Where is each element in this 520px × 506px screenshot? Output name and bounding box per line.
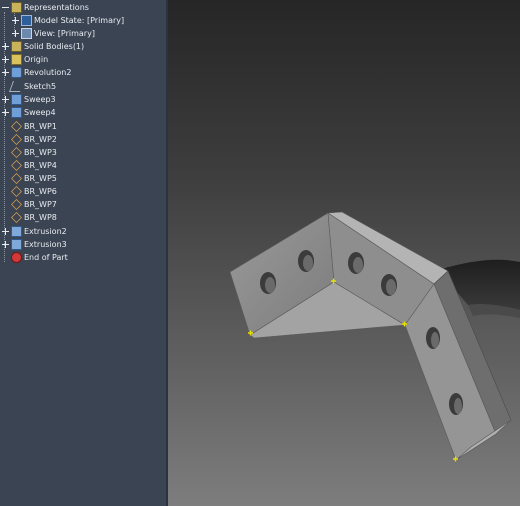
graphics-viewport[interactable] xyxy=(168,0,520,506)
tree-item-label: BR_WP8 xyxy=(24,213,57,222)
tree-item-label: Solid Bodies(1) xyxy=(24,42,85,51)
origin-folder-icon xyxy=(11,54,22,65)
collapse-toggle[interactable] xyxy=(0,3,10,13)
tree-item-label: View: [Primary] xyxy=(34,29,95,38)
extrude-feature-icon xyxy=(11,239,22,250)
tree-item-label: Sketch5 xyxy=(24,82,57,91)
tree-item-work-point[interactable]: BR_WP2 xyxy=(10,133,57,146)
tree-item-sketch5[interactable]: Sketch5 xyxy=(8,80,57,93)
tree-item-label: BR_WP2 xyxy=(24,135,57,144)
part-model[interactable] xyxy=(168,0,520,506)
work-point-icon xyxy=(11,160,22,171)
tree-item-work-point[interactable]: BR_WP5 xyxy=(10,172,57,185)
tree-item-sweep3[interactable]: Sweep3 xyxy=(0,93,56,106)
tree-item-solid-bodies[interactable]: Solid Bodies(1) xyxy=(0,40,84,53)
tree-item-label: Representations xyxy=(24,3,89,12)
expand-toggle[interactable] xyxy=(10,16,20,26)
work-point-icon xyxy=(11,134,22,145)
solid-bodies-icon xyxy=(11,41,22,52)
tree-item-representations[interactable]: Representations xyxy=(0,1,89,14)
representations-icon xyxy=(11,2,22,13)
tree-item-work-point[interactable]: BR_WP7 xyxy=(10,198,57,211)
end-of-part-icon xyxy=(11,252,22,263)
tree-item-view[interactable]: View: [Primary] xyxy=(10,27,95,40)
tree-item-label: Extrusion2 xyxy=(24,227,67,236)
tree-item-work-point[interactable]: BR_WP6 xyxy=(10,185,57,198)
tree-item-label: BR_WP4 xyxy=(24,161,57,170)
tree-item-label: BR_WP6 xyxy=(24,187,57,196)
expand-toggle[interactable] xyxy=(0,227,10,237)
work-point-icon xyxy=(11,212,22,223)
tree-item-label: BR_WP3 xyxy=(24,148,57,157)
work-point-icon xyxy=(11,121,22,132)
work-point-icon xyxy=(11,173,22,184)
sweep-feature-icon xyxy=(11,94,22,105)
expand-toggle[interactable] xyxy=(10,29,20,39)
tree-item-work-point[interactable]: BR_WP8 xyxy=(10,211,57,224)
tree-item-work-point[interactable]: BR_WP4 xyxy=(10,159,57,172)
tree-item-model-state[interactable]: Model State: [Primary] xyxy=(10,14,124,27)
work-point-icon xyxy=(11,186,22,197)
tree-item-sweep4[interactable]: Sweep4 xyxy=(0,106,56,119)
tree-item-label: Extrusion3 xyxy=(24,240,67,249)
tree-item-revolution2[interactable]: Revolution2 xyxy=(0,66,71,79)
expand-toggle[interactable] xyxy=(0,108,10,118)
expand-toggle[interactable] xyxy=(0,95,10,105)
extrude-feature-icon xyxy=(11,226,22,237)
expand-toggle[interactable] xyxy=(0,240,10,250)
tree-item-extrusion3[interactable]: Extrusion3 xyxy=(0,238,67,251)
expand-toggle[interactable] xyxy=(0,68,10,78)
tree-item-label: Sweep4 xyxy=(24,108,56,117)
model-browser: Representations Model State: [Primary] V… xyxy=(0,0,168,506)
tree-item-label: BR_WP7 xyxy=(24,200,57,209)
tree-item-label: End of Part xyxy=(24,253,68,262)
view-icon xyxy=(21,28,32,39)
tree-item-work-point[interactable]: BR_WP3 xyxy=(10,146,57,159)
tree-item-label: BR_WP1 xyxy=(24,122,57,131)
tree-item-work-point[interactable]: BR_WP1 xyxy=(10,120,57,133)
sweep-feature-icon xyxy=(11,107,22,118)
tree-item-label: BR_WP5 xyxy=(24,174,57,183)
work-point-icon xyxy=(11,147,22,158)
work-point-icon xyxy=(11,199,22,210)
expand-toggle[interactable] xyxy=(0,55,10,65)
tree-item-end-of-part[interactable]: End of Part xyxy=(10,251,68,264)
revolve-feature-icon xyxy=(11,67,22,78)
tree-item-label: Model State: [Primary] xyxy=(34,16,125,25)
model-state-icon xyxy=(21,15,32,26)
expand-toggle[interactable] xyxy=(0,42,10,52)
sketch-icon xyxy=(8,81,25,92)
tree-item-label: Revolution2 xyxy=(24,68,72,77)
tree-item-extrusion2[interactable]: Extrusion2 xyxy=(0,225,67,238)
tree-item-label: Sweep3 xyxy=(24,95,56,104)
tree-item-label: Origin xyxy=(24,55,49,64)
tree-item-origin[interactable]: Origin xyxy=(0,53,48,66)
